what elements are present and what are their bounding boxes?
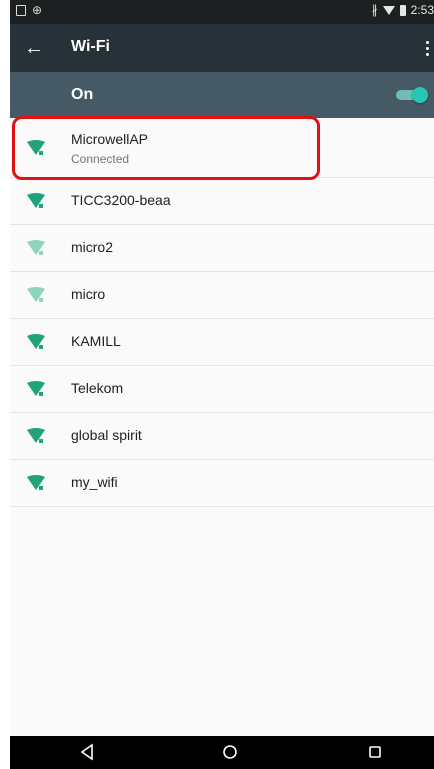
more-vert-icon-dot <box>425 52 429 56</box>
wifi-signal-icon <box>26 240 46 256</box>
status-time: 2:53 <box>410 3 434 17</box>
status-left-icons: ⊕ <box>16 4 42 16</box>
network-item[interactable]: KAMILL <box>10 319 434 366</box>
arrow-left-icon: ← <box>24 37 44 59</box>
network-item[interactable]: global spirit <box>10 413 434 460</box>
network-item[interactable]: Telekom <box>10 366 434 413</box>
nav-recent-icon <box>369 746 381 758</box>
android-screen: ⊕ ∦ 2:53 ← Wi-Fi On MicrowellAP Connected… <box>10 0 434 769</box>
wifi-signal-icon <box>382 6 395 15</box>
navigation-bar <box>10 736 434 769</box>
nav-home-button[interactable] <box>217 740 243 764</box>
wifi-signal-icon <box>26 334 46 350</box>
more-vert-icon-dot <box>425 46 429 50</box>
more-options-button[interactable] <box>420 34 434 62</box>
network-name: my_wifi <box>71 474 118 490</box>
status-bar: ⊕ ∦ 2:53 <box>10 0 434 24</box>
battery-icon <box>399 4 406 16</box>
wifi-signal-icon <box>26 287 46 303</box>
page-title: Wi-Fi <box>71 38 110 55</box>
toggle-thumb <box>412 87 428 103</box>
wifi-switch-label: On <box>71 86 94 103</box>
network-item[interactable]: my_wifi <box>10 460 434 507</box>
network-item[interactable]: micro2 <box>10 225 434 272</box>
globe-icon: ⊕ <box>32 3 43 17</box>
bluetooth-icon: ∦ <box>371 3 378 17</box>
network-item[interactable]: micro <box>10 272 434 319</box>
network-name: TICC3200-beaa <box>71 192 171 208</box>
network-name: KAMILL <box>71 333 121 349</box>
nav-back-button[interactable] <box>74 740 100 764</box>
wifi-signal-icon <box>26 193 46 209</box>
more-vert-icon <box>425 40 429 44</box>
nav-home-icon <box>223 745 237 759</box>
highlight-annotation <box>12 116 320 180</box>
nav-back-icon <box>80 743 93 761</box>
wifi-signal-icon <box>26 475 46 491</box>
back-button[interactable]: ← <box>19 34 49 62</box>
status-right-icons: ∦ 2:53 <box>372 3 434 17</box>
network-name: micro2 <box>71 239 114 255</box>
notification-doc-icon <box>16 4 26 16</box>
network-name: Telekom <box>71 380 124 396</box>
wifi-signal-icon <box>26 381 46 397</box>
wifi-toggle-switch[interactable] <box>396 87 428 103</box>
network-name: global spirit <box>71 427 142 443</box>
app-bar: ← Wi-Fi <box>10 24 434 72</box>
network-item[interactable]: TICC3200-beaa <box>10 178 434 225</box>
wifi-signal-icon <box>26 428 46 444</box>
network-name: micro <box>71 286 106 302</box>
nav-recent-button[interactable] <box>362 740 388 764</box>
wifi-master-switch-bar[interactable]: On <box>10 72 434 118</box>
